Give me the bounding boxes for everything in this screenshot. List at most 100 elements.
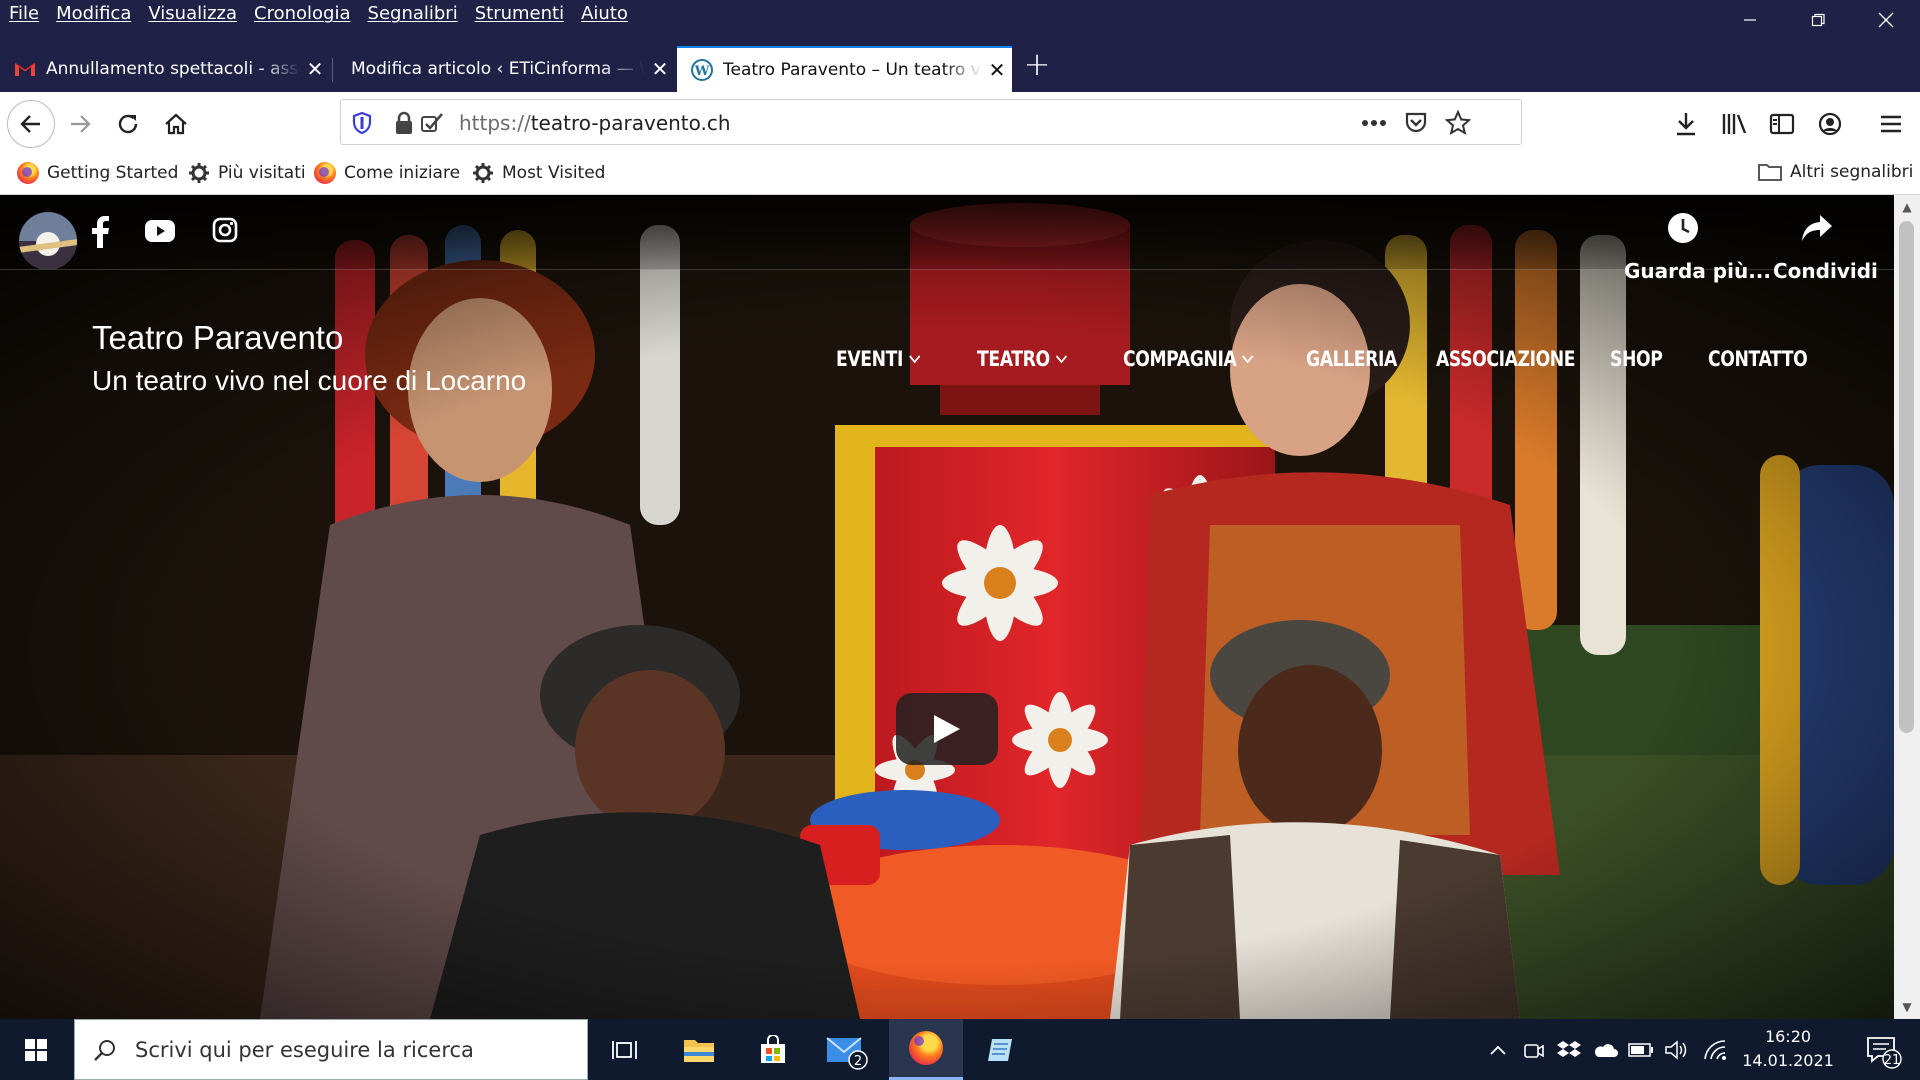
chevron-down-icon	[1055, 355, 1067, 364]
nav-eventi[interactable]: EVENTI	[836, 347, 921, 371]
taskbar-firefox[interactable]	[889, 1019, 963, 1080]
nav-teatro[interactable]: TEATRO	[977, 347, 1068, 371]
page-actions-icon[interactable]	[1361, 110, 1387, 136]
taskbar-mail[interactable]: 2	[810, 1019, 884, 1080]
home-button[interactable]	[156, 104, 196, 144]
scroll-down-arrow-icon[interactable]: ▼	[1894, 995, 1920, 1019]
nav-compagnia[interactable]: COMPAGNIA	[1123, 347, 1254, 371]
share-icon[interactable]	[1800, 213, 1834, 243]
library-button[interactable]	[1714, 104, 1754, 144]
battery-icon[interactable]	[1626, 1019, 1656, 1080]
watch-more-label[interactable]: Guarda più...	[1624, 259, 1771, 283]
close-icon	[1878, 12, 1894, 28]
bookmark-altri-segnalibri[interactable]: Altri segnalibri	[1758, 162, 1913, 182]
tab-gmail[interactable]: Annullamento spettacoli - associazione ✕	[0, 46, 330, 92]
taskbar-notepad[interactable]	[964, 1019, 1038, 1080]
task-view-button[interactable]	[588, 1019, 662, 1080]
sidebar-button[interactable]	[1762, 104, 1802, 144]
share-label[interactable]: Condividi	[1773, 259, 1878, 283]
tab-close-icon[interactable]: ✕	[982, 58, 1012, 82]
channel-avatar[interactable]	[18, 211, 78, 271]
account-button[interactable]	[1810, 104, 1850, 144]
windows-logo-icon	[25, 1038, 47, 1061]
nav-label: ASSOCIAZIONE	[1436, 347, 1576, 371]
app-menu-button[interactable]	[1871, 104, 1911, 144]
volume-icon[interactable]	[1662, 1019, 1692, 1080]
chevron-up-icon	[1490, 1045, 1506, 1055]
reload-icon	[118, 114, 138, 134]
taskbar-clock[interactable]: 16:20 14.01.2021	[1738, 1025, 1838, 1073]
new-tab-button[interactable]: +	[1022, 44, 1052, 84]
home-icon	[165, 113, 187, 135]
gmail-icon	[14, 62, 36, 76]
chevron-down-icon	[1242, 355, 1254, 364]
nav-label: GALLERIA	[1306, 347, 1397, 371]
firefox-icon	[314, 162, 336, 184]
permissions-icon[interactable]	[419, 110, 445, 136]
notification-icon: 21	[1867, 1036, 1902, 1069]
youtube-icon[interactable]	[144, 219, 176, 243]
scrollbar-thumb[interactable]	[1899, 221, 1914, 733]
menu-strumenti[interactable]: Strumenti	[475, 3, 564, 24]
facebook-icon[interactable]	[90, 215, 110, 249]
tab-close-icon[interactable]: ✕	[300, 57, 330, 81]
forward-button[interactable]	[60, 104, 100, 144]
mail-badge: 2	[854, 1054, 862, 1069]
tab-title: Modifica articolo ‹ ETiCinforma — WordPr…	[351, 59, 645, 79]
site-title[interactable]: Teatro Paravento	[92, 319, 343, 357]
reload-button[interactable]	[108, 104, 148, 144]
nav-associazione[interactable]: ASSOCIAZIONE	[1436, 347, 1576, 371]
start-button[interactable]	[0, 1019, 72, 1080]
tab-close-icon[interactable]: ✕	[645, 57, 675, 81]
menu-modifica[interactable]: Modifica	[56, 3, 131, 24]
clock-icon[interactable]	[1666, 211, 1700, 245]
bookmark-most-visited[interactable]: Most Visited	[472, 162, 605, 184]
instagram-icon[interactable]	[212, 217, 238, 243]
dropbox-icon[interactable]	[1555, 1019, 1583, 1080]
account-icon	[1818, 112, 1842, 136]
taskbar-file-explorer[interactable]	[662, 1019, 736, 1080]
lock-icon[interactable]	[391, 110, 417, 136]
wifi-icon[interactable]	[1700, 1019, 1730, 1080]
nav-galleria[interactable]: GALLERIA	[1306, 347, 1397, 371]
minimize-icon	[1744, 19, 1756, 21]
menu-aiuto[interactable]: Aiuto	[581, 3, 628, 24]
menu-visualizza[interactable]: Visualizza	[148, 3, 237, 24]
downloads-button[interactable]	[1666, 104, 1706, 144]
bookmarks-toolbar: Getting Started Più visitati Come inizia…	[0, 154, 1920, 195]
action-center-button[interactable]: 21	[1852, 1019, 1912, 1080]
arrow-right-icon	[71, 115, 91, 133]
arrow-left-icon	[20, 115, 40, 133]
tab-wordpress-edit[interactable]: Modifica articolo ‹ ETiCinforma — WordPr…	[337, 46, 675, 92]
menu-file[interactable]: File	[9, 3, 39, 24]
taskbar-search-box[interactable]: Scrivi qui per eseguire la ricerca	[74, 1019, 588, 1080]
onedrive-icon[interactable]	[1590, 1019, 1620, 1080]
nav-contatto[interactable]: CONTATTO	[1708, 347, 1808, 371]
page-viewport: Guarda più... Condividi Teatro Paravento…	[0, 195, 1894, 1019]
back-button[interactable]	[7, 100, 55, 148]
address-bar[interactable]: https://teatro-paravento.ch	[340, 99, 1522, 145]
menu-segnalibri[interactable]: Segnalibri	[368, 3, 458, 24]
restore-icon	[1811, 13, 1825, 27]
tab-teatro-paravento[interactable]: W Teatro Paravento – Un teatro vivo nel …	[677, 46, 1012, 92]
tab-title: Teatro Paravento – Un teatro vivo nel cu…	[723, 60, 982, 80]
folder-icon	[1758, 164, 1782, 181]
pocket-icon[interactable]	[1403, 110, 1429, 136]
notification-count: 21	[1884, 1053, 1901, 1068]
nav-shop[interactable]: SHOP	[1610, 347, 1663, 371]
taskbar-microsoft-store[interactable]	[736, 1019, 810, 1080]
play-button[interactable]	[896, 693, 998, 765]
scroll-up-arrow-icon[interactable]: ▲	[1894, 195, 1920, 219]
tray-meet-icon[interactable]	[1520, 1019, 1548, 1080]
bookmark-getting-started[interactable]: Getting Started	[17, 162, 178, 184]
bookmark-piu-visitati[interactable]: Più visitati	[188, 162, 306, 184]
bookmark-come-iniziare[interactable]: Come iniziare	[314, 162, 460, 184]
page-scrollbar[interactable]: ▲ ▼	[1894, 195, 1920, 1019]
url-text[interactable]: https://teatro-paravento.ch	[459, 111, 731, 135]
gear-icon	[473, 163, 493, 183]
bookmark-star-icon[interactable]	[1445, 110, 1471, 136]
site-tagline: Un teatro vivo nel cuore di Locarno	[92, 365, 527, 396]
show-hidden-icons-button[interactable]	[1486, 1019, 1510, 1080]
menu-cronologia[interactable]: Cronologia	[254, 3, 350, 24]
tracking-protection-shield-icon[interactable]	[349, 110, 375, 136]
